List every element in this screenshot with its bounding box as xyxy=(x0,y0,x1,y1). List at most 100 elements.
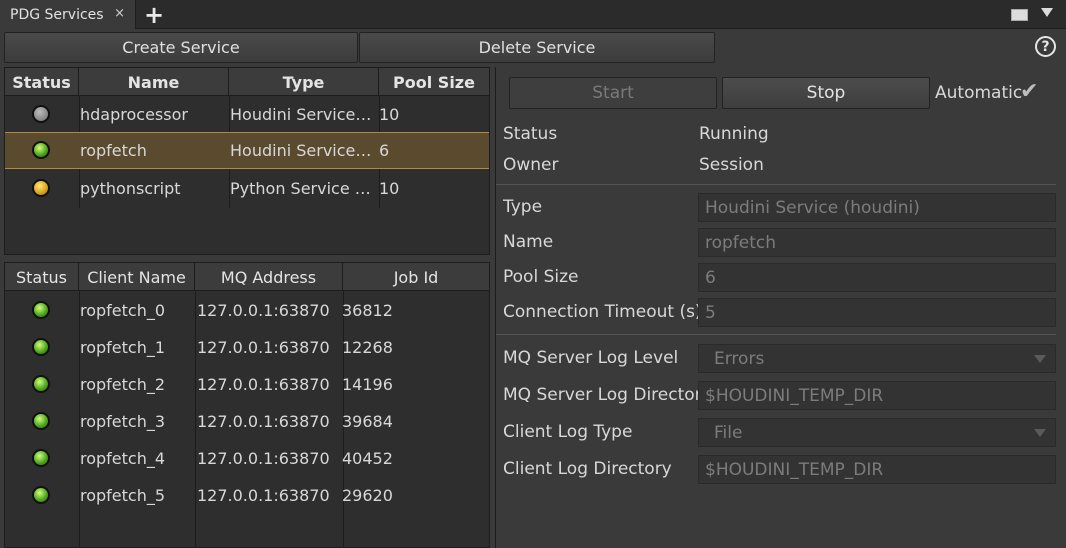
client-name: ropfetch_3 xyxy=(80,412,166,431)
service-pool-size: 10 xyxy=(379,105,400,124)
status-green-icon xyxy=(32,412,50,430)
service-type: Houdini Service… xyxy=(230,105,372,124)
col-name[interactable]: Name xyxy=(79,68,229,96)
service-name: ropfetch xyxy=(80,141,147,160)
client-job-id: 36812 xyxy=(342,301,393,320)
client-address: 127.0.0.1:63870 xyxy=(197,449,330,468)
col-status[interactable]: Status xyxy=(5,68,79,96)
client-log-type-label: Client Log Type xyxy=(503,422,633,442)
service-name: pythonscript xyxy=(80,179,181,198)
name-label: Name xyxy=(503,232,554,252)
client-name: ropfetch_2 xyxy=(80,375,166,394)
mq-log-level-select: Errors xyxy=(698,344,1056,373)
connection-timeout-value: 5 xyxy=(705,302,716,323)
mq-log-level-label: MQ Server Log Level xyxy=(503,348,679,368)
close-icon[interactable]: × xyxy=(114,6,125,21)
services-table-header: Status Name Type Pool Size xyxy=(5,68,489,96)
service-pool-size: 6 xyxy=(379,141,390,160)
client-name: ropfetch_4 xyxy=(80,449,166,468)
status-gray-icon xyxy=(32,105,50,123)
client-address: 127.0.0.1:63870 xyxy=(197,338,330,357)
automatic-checkbox[interactable]: ✔ xyxy=(1020,79,1038,104)
client-address: 127.0.0.1:63870 xyxy=(197,301,330,320)
divider xyxy=(496,334,1056,335)
tab-bar: PDG Services × + xyxy=(0,0,1066,29)
chevron-down-icon xyxy=(1025,419,1055,446)
service-details-panel: Start Stop Automatic ✔ Status Running Ow… xyxy=(495,67,1066,548)
tab-pdg-services[interactable]: PDG Services × xyxy=(0,0,136,29)
service-name: hdaprocessor xyxy=(80,105,188,124)
table-row[interactable]: ropfetch_5 127.0.0.1:63870 29620 xyxy=(5,477,489,514)
add-tab-icon[interactable]: + xyxy=(144,1,164,29)
chevron-down-icon[interactable] xyxy=(1041,8,1053,17)
delete-service-button[interactable]: Delete Service xyxy=(359,32,715,63)
table-row[interactable]: ropfetch_2 127.0.0.1:63870 14196 xyxy=(5,366,489,403)
type-value: Houdini Service (houdini) xyxy=(705,197,920,218)
owner-value: Session xyxy=(699,155,764,175)
pool-size-value: 6 xyxy=(705,267,716,288)
table-row[interactable]: ropfetch_0 127.0.0.1:63870 36812 xyxy=(5,292,489,329)
col-mq-address[interactable]: MQ Address xyxy=(195,263,343,291)
type-field: Houdini Service (houdini) xyxy=(698,193,1056,222)
status-green-icon xyxy=(32,338,50,356)
client-address: 127.0.0.1:63870 xyxy=(197,375,330,394)
status-label: Status xyxy=(503,124,558,144)
owner-label: Owner xyxy=(503,155,559,175)
mq-log-level-value: Errors xyxy=(714,348,765,369)
client-job-id: 14196 xyxy=(342,375,393,394)
status-green-icon xyxy=(32,141,50,159)
client-log-type-select: File xyxy=(698,418,1056,447)
help-icon[interactable]: ? xyxy=(1035,36,1056,57)
client-name: ropfetch_1 xyxy=(80,338,166,357)
services-table: Status Name Type Pool Size hdaprocessor … xyxy=(4,67,490,255)
maximize-icon[interactable] xyxy=(1011,9,1028,21)
service-pool-size: 10 xyxy=(379,179,400,198)
client-job-id: 39684 xyxy=(342,412,393,431)
client-name: ropfetch_5 xyxy=(80,486,166,505)
connection-timeout-field: 5 xyxy=(698,298,1056,327)
start-button[interactable]: Start xyxy=(509,77,717,109)
table-row[interactable]: ropfetch_1 127.0.0.1:63870 12268 xyxy=(5,329,489,366)
table-row[interactable]: ropfetch_4 127.0.0.1:63870 40452 xyxy=(5,440,489,477)
client-job-id: 40452 xyxy=(342,449,393,468)
type-label: Type xyxy=(503,197,543,217)
divider xyxy=(496,184,1056,185)
client-address: 127.0.0.1:63870 xyxy=(197,412,330,431)
status-value: Running xyxy=(699,124,769,144)
chevron-down-icon xyxy=(1025,345,1055,372)
automatic-label: Automatic xyxy=(935,83,1023,103)
table-row-selected[interactable]: ropfetch Houdini Service… 6 xyxy=(5,132,489,169)
service-type: Houdini Service… xyxy=(230,141,372,160)
client-name: ropfetch_0 xyxy=(80,301,166,320)
table-row[interactable]: hdaprocessor Houdini Service… 10 xyxy=(5,96,489,133)
status-green-icon xyxy=(32,301,50,319)
table-row[interactable]: ropfetch_3 127.0.0.1:63870 39684 xyxy=(5,403,489,440)
clients-table: Status Client Name MQ Address Job Id rop… xyxy=(4,262,490,548)
mq-log-directory-value: $HOUDINI_TEMP_DIR xyxy=(705,385,884,406)
status-green-icon xyxy=(32,449,50,467)
table-row[interactable]: pythonscript Python Service … 10 xyxy=(5,170,489,207)
tab-title: PDG Services xyxy=(10,6,104,23)
service-type: Python Service … xyxy=(230,179,371,198)
mq-log-directory-field: $HOUDINI_TEMP_DIR xyxy=(698,381,1056,410)
name-value: ropfetch xyxy=(705,232,777,253)
client-log-type-value: File xyxy=(714,422,743,443)
client-job-id: 12268 xyxy=(342,338,393,357)
client-address: 127.0.0.1:63870 xyxy=(197,486,330,505)
create-service-button[interactable]: Create Service xyxy=(4,32,358,63)
mq-log-directory-label: MQ Server Log Directory xyxy=(503,385,712,405)
col-type[interactable]: Type xyxy=(229,68,379,96)
stop-button[interactable]: Stop xyxy=(722,77,930,109)
col-status[interactable]: Status xyxy=(5,263,79,291)
name-field: ropfetch xyxy=(698,228,1056,257)
pool-size-field: 6 xyxy=(698,263,1056,292)
clients-table-header: Status Client Name MQ Address Job Id xyxy=(5,263,489,291)
client-job-id: 29620 xyxy=(342,486,393,505)
client-log-directory-field: $HOUDINI_TEMP_DIR xyxy=(698,455,1056,484)
col-job-id[interactable]: Job Id xyxy=(343,263,489,291)
status-green-icon xyxy=(32,375,50,393)
col-client-name[interactable]: Client Name xyxy=(79,263,195,291)
pool-size-label: Pool Size xyxy=(503,267,579,287)
col-pool-size[interactable]: Pool Size xyxy=(379,68,489,96)
connection-timeout-label: Connection Timeout (s) xyxy=(503,302,702,322)
